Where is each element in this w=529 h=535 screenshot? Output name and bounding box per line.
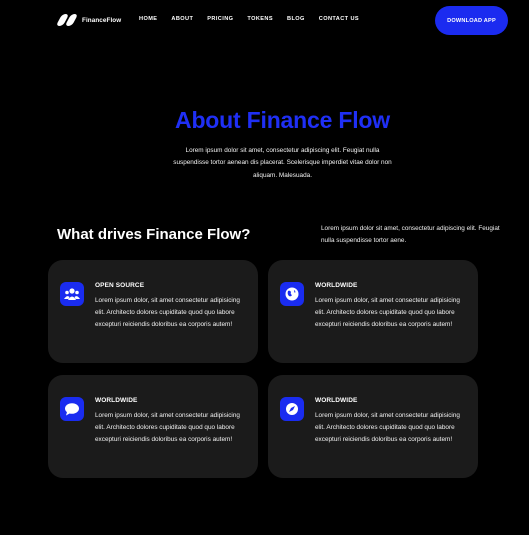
hero-description: Lorem ipsum dolor sit amet, consectetur … — [173, 147, 392, 179]
brand-name: FinanceFlow — [82, 16, 122, 24]
feature-card-title: WORLDWIDE — [315, 397, 358, 404]
feature-card-worldwide: WORLDWIDE Lorem ipsum dolor, sit amet co… — [268, 375, 478, 478]
feature-card-description: Lorem ipsum dolor, sit amet consectetur … — [95, 297, 240, 328]
chat-bubble-icon — [60, 397, 84, 421]
section-description: Lorem ipsum dolor sit amet, consectetur … — [321, 225, 500, 244]
nav-about[interactable]: ABOUT — [171, 16, 193, 22]
main-nav: HOME ABOUT PRICING TOKENS BLOG CONTACT U… — [139, 16, 373, 22]
nav-tokens[interactable]: TOKENS — [247, 16, 273, 22]
globe-icon — [280, 282, 304, 306]
logo-mark-icon — [55, 14, 79, 26]
feature-card-worldwide: WORLDWIDE Lorem ipsum dolor, sit amet co… — [48, 375, 258, 478]
feature-card-worldwide: WORLDWIDE Lorem ipsum dolor, sit amet co… — [268, 260, 478, 363]
feature-card-title: WORLDWIDE — [95, 397, 138, 404]
nav-pricing[interactable]: PRICING — [207, 16, 233, 22]
site-header: FinanceFlow HOME ABOUT PRICING TOKENS BL… — [0, 0, 529, 42]
nav-contact-us[interactable]: CONTACT US — [319, 16, 359, 22]
feature-card-title: OPEN SOURCE — [95, 282, 145, 289]
page-title: About Finance Flow — [175, 107, 390, 133]
feature-card-open-source: OPEN SOURCE Lorem ipsum dolor, sit amet … — [48, 260, 258, 363]
section-title: What drives Finance Flow? — [57, 226, 251, 243]
feature-card-description: Lorem ipsum dolor, sit amet consectetur … — [315, 297, 460, 328]
feature-card-title: WORLDWIDE — [315, 282, 358, 289]
feature-card-description: Lorem ipsum dolor, sit amet consectetur … — [95, 412, 240, 443]
feature-card-description: Lorem ipsum dolor, sit amet consectetur … — [315, 412, 460, 443]
brand-logo[interactable]: FinanceFlow — [55, 14, 122, 26]
compass-icon — [280, 397, 304, 421]
nav-blog[interactable]: BLOG — [287, 16, 305, 22]
users-icon — [60, 282, 84, 306]
nav-home[interactable]: HOME — [139, 16, 157, 22]
download-app-button[interactable]: DOWNLOAD APP — [435, 6, 508, 35]
